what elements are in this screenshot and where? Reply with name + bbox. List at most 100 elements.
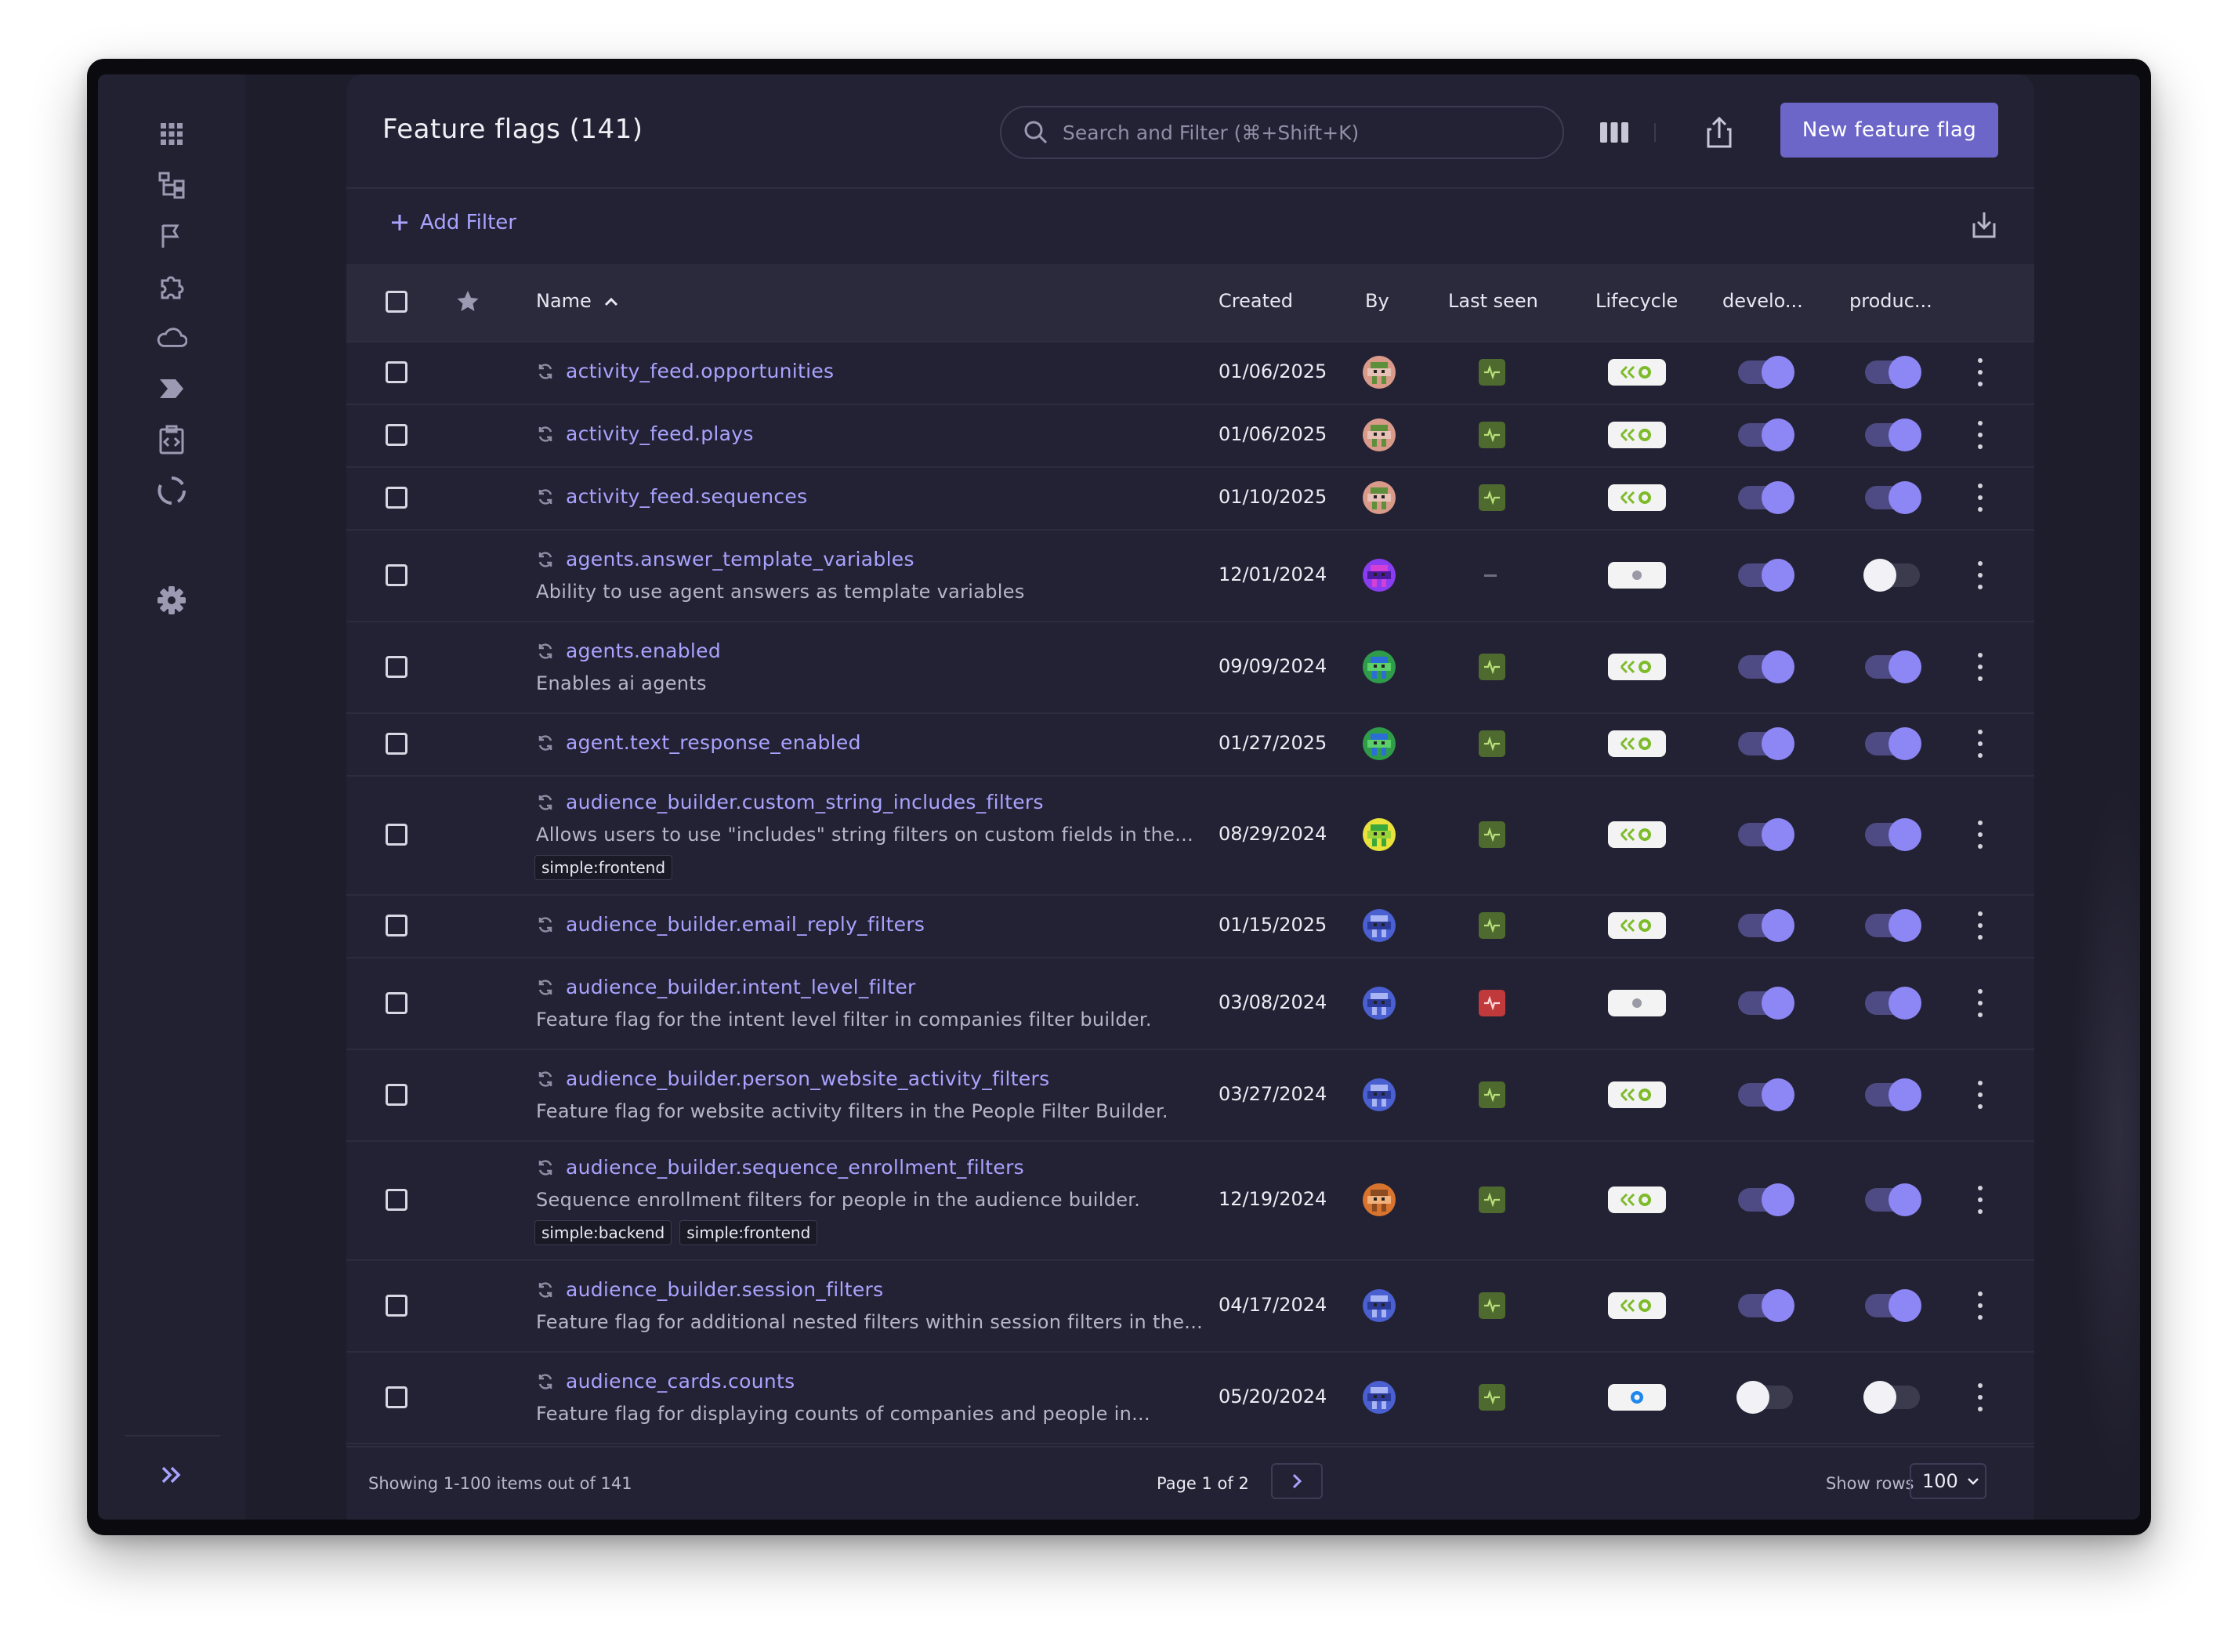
flag-icon[interactable] — [156, 220, 187, 252]
table-row[interactable]: audience_builder.intent_level_filter Fea… — [346, 957, 2034, 1050]
row-checkbox[interactable] — [386, 563, 407, 586]
table-row[interactable]: activity_feed.sequences 01/10/2025 — [346, 466, 2034, 531]
add-filter-button[interactable]: Add Filter — [390, 211, 516, 234]
star-icon[interactable] — [456, 289, 480, 316]
column-header-lifecycle[interactable]: Lifecycle — [1595, 290, 1678, 312]
row-checkbox[interactable] — [386, 733, 407, 755]
lifecycle-status-icon[interactable] — [1608, 989, 1666, 1016]
development-toggle[interactable] — [1738, 650, 1794, 683]
row-menu-icon[interactable] — [1976, 730, 1984, 758]
row-checkbox[interactable] — [386, 1386, 407, 1408]
development-toggle[interactable] — [1738, 818, 1794, 851]
flag-name-link[interactable]: activity_feed.plays — [566, 422, 754, 445]
column-header-development[interactable]: develo... — [1722, 290, 1803, 312]
creator-avatar[interactable] — [1363, 418, 1396, 451]
lifecycle-status-icon[interactable] — [1608, 359, 1666, 386]
creator-avatar[interactable] — [1363, 1183, 1396, 1216]
row-checkbox[interactable] — [386, 824, 407, 846]
row-menu-icon[interactable] — [1976, 988, 1984, 1017]
production-toggle[interactable] — [1865, 650, 1921, 683]
table-row[interactable]: activity_feed.plays 01/06/2025 — [346, 404, 2034, 468]
table-row[interactable]: audience_builder.custom_string_includes_… — [346, 775, 2034, 896]
select-all-checkbox[interactable] — [386, 291, 407, 313]
row-menu-icon[interactable] — [1976, 652, 1984, 681]
lifecycle-status-icon[interactable] — [1608, 561, 1666, 589]
rows-per-page-select[interactable]: 100 — [1910, 1463, 1986, 1499]
flag-name-link[interactable]: agent.text_response_enabled — [566, 731, 861, 754]
development-toggle[interactable] — [1738, 1078, 1794, 1111]
double-chevron-right-icon[interactable] — [156, 1459, 187, 1491]
lifecycle-status-icon[interactable] — [1608, 1081, 1666, 1108]
search-box[interactable] — [1000, 106, 1564, 159]
lifecycle-status-icon[interactable] — [1608, 484, 1666, 511]
clipboard-code-icon[interactable] — [156, 424, 187, 455]
creator-avatar[interactable] — [1363, 481, 1396, 514]
production-toggle[interactable] — [1865, 356, 1921, 389]
row-checkbox[interactable] — [386, 1294, 407, 1317]
column-header-production[interactable]: produc... — [1849, 290, 1932, 312]
cloud-icon[interactable] — [156, 322, 187, 353]
creator-avatar[interactable] — [1363, 1380, 1396, 1414]
flag-name-link[interactable]: audience_builder.email_reply_filters — [566, 913, 925, 936]
flag-name-link[interactable]: agents.enabled — [566, 639, 721, 662]
production-toggle[interactable] — [1865, 818, 1921, 851]
development-toggle[interactable] — [1738, 909, 1794, 942]
creator-avatar[interactable] — [1363, 650, 1396, 683]
flag-name-link[interactable]: audience_builder.intent_level_filter — [566, 976, 916, 998]
row-checkbox[interactable] — [386, 915, 407, 936]
lifecycle-status-icon[interactable] — [1608, 1383, 1666, 1411]
table-row[interactable]: activity_feed.opportunities 01/06/2025 — [346, 341, 2034, 405]
production-toggle[interactable] — [1865, 909, 1921, 942]
row-menu-icon[interactable] — [1976, 421, 1984, 449]
last-seen-pulse-icon[interactable] — [1479, 730, 1505, 757]
table-row[interactable]: audience_builder.person_website_activity… — [346, 1049, 2034, 1142]
development-toggle[interactable] — [1738, 1288, 1794, 1322]
last-seen-pulse-icon[interactable] — [1479, 422, 1505, 448]
production-toggle[interactable] — [1865, 1078, 1921, 1111]
production-toggle[interactable] — [1865, 1288, 1921, 1322]
lifecycle-status-icon[interactable] — [1608, 1292, 1666, 1319]
puzzle-icon[interactable] — [156, 271, 187, 303]
creator-avatar[interactable] — [1363, 727, 1396, 760]
row-menu-icon[interactable] — [1976, 1080, 1984, 1109]
last-seen-pulse-icon[interactable] — [1479, 1186, 1505, 1213]
production-toggle[interactable] — [1865, 986, 1921, 1020]
column-header-name[interactable]: Name — [536, 290, 619, 312]
last-seen-pulse-icon[interactable] — [1479, 484, 1505, 511]
row-menu-icon[interactable] — [1976, 484, 1984, 512]
lifecycle-status-icon[interactable] — [1608, 912, 1666, 939]
flag-name-link[interactable]: activity_feed.opportunities — [566, 360, 834, 382]
last-seen-pulse-icon[interactable] — [1479, 912, 1505, 939]
row-menu-icon[interactable] — [1976, 1291, 1984, 1320]
production-toggle[interactable] — [1865, 727, 1921, 760]
row-menu-icon[interactable] — [1976, 911, 1984, 940]
last-seen-pulse-icon[interactable] — [1479, 653, 1505, 680]
table-row[interactable]: audience_builder.session_filters Feature… — [346, 1259, 2034, 1353]
lifecycle-status-icon[interactable] — [1608, 1186, 1666, 1213]
row-checkbox[interactable] — [386, 655, 407, 678]
circle-progress-icon[interactable] — [156, 475, 187, 506]
row-checkbox[interactable] — [386, 361, 407, 383]
last-seen-pulse-icon[interactable] — [1479, 821, 1505, 848]
development-toggle[interactable] — [1736, 1380, 1793, 1414]
row-menu-icon[interactable] — [1976, 1382, 1984, 1411]
lifecycle-status-icon[interactable] — [1608, 653, 1666, 680]
download-icon[interactable] — [1965, 206, 2003, 244]
lifecycle-status-icon[interactable] — [1608, 821, 1666, 848]
flag-name-link[interactable]: audience_builder.sequence_enrollment_fil… — [566, 1156, 1024, 1179]
table-row[interactable]: audience_cards.counts Feature flag for d… — [346, 1351, 2034, 1444]
share-icon[interactable] — [1699, 112, 1740, 153]
development-toggle[interactable] — [1738, 727, 1794, 760]
table-row[interactable]: audience_builder.sequence_enrollment_fil… — [346, 1140, 2034, 1261]
row-checkbox[interactable] — [386, 487, 407, 509]
flag-name-link[interactable]: agents.answer_template_variables — [566, 548, 914, 571]
production-toggle[interactable] — [1865, 481, 1921, 514]
tag-arrow-icon[interactable] — [156, 373, 187, 404]
lifecycle-status-icon[interactable] — [1608, 422, 1666, 448]
apps-grid-icon[interactable] — [156, 118, 187, 150]
production-toggle[interactable] — [1865, 418, 1921, 451]
row-checkbox[interactable] — [386, 1189, 407, 1211]
development-toggle[interactable] — [1738, 356, 1794, 389]
columns-icon[interactable] — [1594, 112, 1635, 153]
creator-avatar[interactable] — [1363, 818, 1396, 851]
